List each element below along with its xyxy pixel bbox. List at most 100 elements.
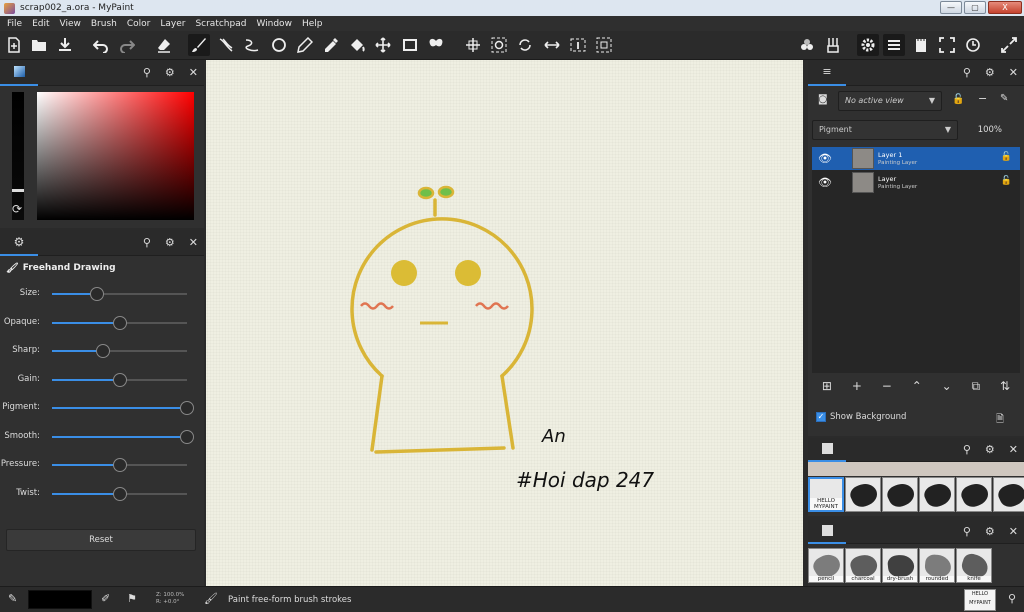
visibility-eye-icon[interactable]: 👁 [812,176,838,189]
close-panel-icon[interactable]: ✕ [1009,443,1018,456]
tab-color-picker[interactable] [0,60,38,86]
new-document-icon[interactable] [3,34,25,56]
brush-settings-icon[interactable] [796,34,818,56]
swap-colors-icon[interactable]: ⟳ [12,202,22,216]
layer-properties-icon[interactable]: ⇅ [1000,379,1010,393]
menu-brush[interactable]: Brush [91,19,117,29]
brush-preset[interactable] [993,477,1024,512]
menu-layer[interactable]: Layer [160,19,185,29]
pan-icon[interactable] [462,34,484,56]
inking-icon[interactable] [215,34,237,56]
setting-slider-track[interactable] [52,401,194,415]
setting-slider-track[interactable] [52,486,187,501]
close-panel-icon[interactable]: ✕ [189,66,198,79]
brush-preset[interactable] [919,477,955,512]
brush-options-icon[interactable]: ⚲ [1008,592,1016,605]
zoom-icon[interactable] [488,34,510,56]
brush-preset[interactable]: rounded [919,548,955,583]
close-panel-icon[interactable]: ✕ [189,236,198,249]
active-view-dropdown[interactable]: No active view ▼ [838,91,942,111]
setting-slider-track[interactable] [52,458,187,472]
fill-icon[interactable] [346,34,368,56]
setting-slider-track[interactable] [52,315,187,330]
menu-edit[interactable]: Edit [32,19,49,29]
tab-layers[interactable]: ≡ [808,60,846,86]
panel-options-icon[interactable]: ⚙ [165,66,175,79]
menu-help[interactable]: Help [302,19,323,29]
fit-view-icon[interactable] [593,34,615,56]
setting-slider-knob[interactable] [112,458,127,472]
setting-slider-knob[interactable] [112,372,127,387]
eraser-icon[interactable] [153,34,175,56]
background-settings-icon[interactable]: 🗎 [996,412,1004,429]
detach-panel-icon[interactable]: ⚲ [143,66,151,79]
panel-options-icon[interactable]: ⚙ [985,66,995,79]
close-panel-icon[interactable]: ✕ [1009,66,1018,79]
visibility-eye-icon[interactable]: 👁 [812,152,838,165]
brush-preset[interactable]: charcoal [845,548,881,583]
reset-button[interactable]: Reset [6,529,196,551]
open-icon[interactable] [28,34,50,56]
menu-file[interactable]: File [7,19,22,29]
scratchpad-icon[interactable] [910,34,932,56]
lock-view-icon[interactable]: 🔓 [952,94,964,105]
setting-slider-knob[interactable] [112,486,127,501]
freehand-brush-icon[interactable] [188,34,210,56]
add-layer-group-icon[interactable]: ⊞ [822,379,832,393]
brush-preset[interactable] [845,477,881,512]
setting-slider-knob[interactable] [180,429,194,444]
menu-view[interactable]: View [60,19,81,29]
remove-layer-icon[interactable]: − [882,379,892,393]
menu-window[interactable]: Window [256,19,292,29]
brush-tool-icon[interactable]: ✎ [8,592,17,605]
setting-slider-track[interactable] [52,344,187,358]
add-layer-icon[interactable]: + [852,379,862,393]
layer-lock-icon[interactable]: 🔓 [1001,176,1012,186]
detach-panel-icon[interactable]: ⚲ [963,443,971,456]
setting-slider-track[interactable] [52,429,194,444]
brush-row-partial[interactable] [808,462,1024,476]
edit-view-icon[interactable]: ✎ [1000,93,1008,104]
brush-preset[interactable] [882,477,918,512]
brushes-icon[interactable] [822,34,844,56]
value-marker[interactable] [12,189,24,192]
camera-icon[interactable]: ◙ [818,94,828,105]
detach-panel-icon[interactable]: ⚲ [963,66,971,79]
brush-preview-thumbnail[interactable]: HELLO MYPAINT [964,589,996,611]
show-background-checkbox[interactable]: ✓ [816,412,826,422]
menu-color[interactable]: Color [127,19,151,29]
layer-row[interactable]: 👁 Layer Painting Layer 🔓 [812,171,1020,194]
mirror-icon[interactable] [541,34,563,56]
redo-icon[interactable] [116,34,138,56]
setting-slider-knob[interactable] [89,287,104,301]
edit-brush-icon[interactable]: ✐ [101,592,110,605]
detach-panel-icon[interactable]: ⚲ [143,236,151,249]
move-layer-icon[interactable] [372,34,394,56]
duplicate-layer-icon[interactable]: ⧉ [972,379,981,394]
brush-preset[interactable]: dry-brush [882,548,918,583]
brush-preset[interactable]: knife [956,548,992,583]
brush-preset[interactable]: pencil [808,548,844,583]
setting-slider-track[interactable] [52,372,187,387]
reset-zoom-icon[interactable] [567,34,589,56]
brush-preset[interactable] [956,477,992,512]
layer-row[interactable]: 👁 Layer 1 Painting Layer 🔓 [812,147,1020,170]
symmetry-icon[interactable] [425,34,447,56]
setting-slider-knob[interactable] [112,315,127,330]
save-icon[interactable] [54,34,76,56]
detach-panel-icon[interactable]: ⚲ [963,525,971,538]
saturation-value-square[interactable] [37,92,194,220]
pin-icon[interactable]: ⚑ [127,592,137,605]
layers-menu-icon[interactable] [883,34,905,56]
layer-opacity-value[interactable]: 100% [978,125,1002,135]
setting-slider-track[interactable] [52,287,187,301]
tab-brush-settings[interactable]: ⚙ [0,230,38,256]
move-layer-down-icon[interactable]: ⌄ [942,379,952,393]
clock-icon[interactable] [962,34,984,56]
panel-options-icon[interactable]: ⚙ [985,525,995,538]
layer-lock-icon[interactable]: 🔓 [1001,152,1012,162]
fullscreen-icon[interactable] [936,34,958,56]
rotate-icon[interactable] [514,34,536,56]
expand-icon[interactable] [998,34,1020,56]
pen-icon[interactable] [294,34,316,56]
